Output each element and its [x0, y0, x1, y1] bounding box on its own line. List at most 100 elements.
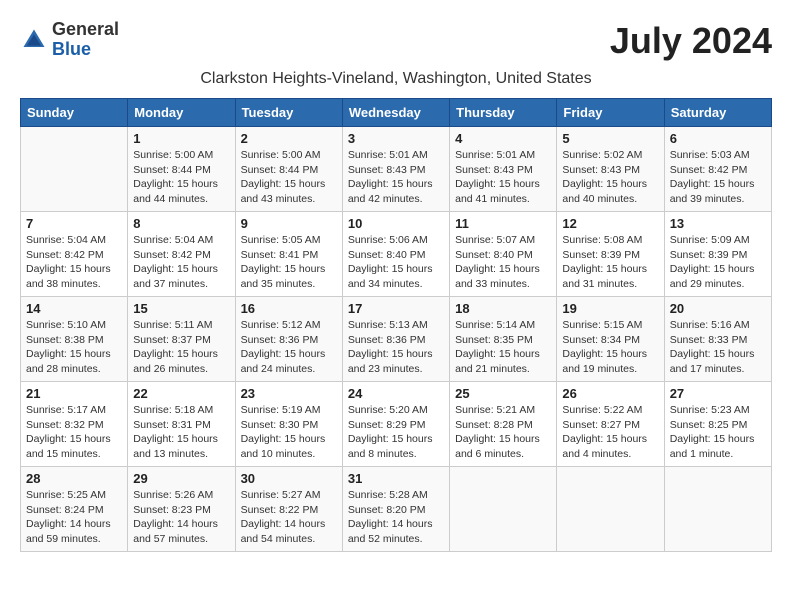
day-number: 24 [348, 386, 444, 401]
day-header-friday: Friday [557, 99, 664, 127]
calendar-cell: 6 Sunrise: 5:03 AM Sunset: 8:42 PM Daylig… [664, 127, 771, 212]
calendar-cell: 26 Sunrise: 5:22 AM Sunset: 8:27 PM Dayli… [557, 382, 664, 467]
day-number: 30 [241, 471, 337, 486]
day-number: 8 [133, 216, 229, 231]
day-number: 21 [26, 386, 122, 401]
location-title: Clarkston Heights-Vineland, Washington, … [20, 70, 772, 88]
calendar-cell: 5Sunrise: 5:02 AM Sunset: 8:43 PM Daylig… [557, 127, 664, 212]
calendar-cell: 27Sunrise: 5:23 AM Sunset: 8:25 PM Dayli… [664, 382, 771, 467]
calendar-cell: 13 Sunrise: 5:09 AM Sunset: 8:39 PM Dayli… [664, 212, 771, 297]
calendar-cell [557, 467, 664, 552]
day-number: 6 [670, 131, 766, 146]
cell-info: Sunrise: 5:04 AM Sunset: 8:42 PM Dayligh… [26, 233, 122, 292]
day-number: 26 [562, 386, 658, 401]
calendar-cell: 15 Sunrise: 5:11 AM Sunset: 8:37 PM Dayli… [128, 297, 235, 382]
calendar-cell: 3Sunrise: 5:01 AM Sunset: 8:43 PM Daylig… [342, 127, 449, 212]
cell-info: Sunrise: 5:14 AM Sunset: 8:35 PM Dayligh… [455, 318, 551, 377]
day-number: 15 [133, 301, 229, 316]
cell-info: Sunrise: 5:28 AM Sunset: 8:20 PM Dayligh… [348, 488, 444, 547]
cell-info: Sunrise: 5:00 AM Sunset: 8:44 PM Dayligh… [241, 148, 337, 207]
calendar-cell: 14 Sunrise: 5:10 AM Sunset: 8:38 PM Dayli… [21, 297, 128, 382]
logo-icon [20, 26, 48, 54]
day-number: 31 [348, 471, 444, 486]
calendar-cell: 10 Sunrise: 5:06 AM Sunset: 8:40 PM Dayli… [342, 212, 449, 297]
days-header-row: SundayMondayTuesdayWednesdayThursdayFrid… [21, 99, 772, 127]
cell-info: Sunrise: 5:03 AM Sunset: 8:42 PM Dayligh… [670, 148, 766, 207]
calendar-cell: 28 Sunrise: 5:25 AM Sunset: 8:24 PM Dayli… [21, 467, 128, 552]
day-number: 23 [241, 386, 337, 401]
logo: General Blue [20, 20, 119, 60]
day-number: 2 [241, 131, 337, 146]
calendar-cell [21, 127, 128, 212]
calendar-cell: 8 Sunrise: 5:04 AM Sunset: 8:42 PM Daylig… [128, 212, 235, 297]
calendar-cell: 23 Sunrise: 5:19 AM Sunset: 8:30 PM Dayli… [235, 382, 342, 467]
calendar-cell [450, 467, 557, 552]
week-row-1: 1 Sunrise: 5:00 AM Sunset: 8:44 PM Daylig… [21, 127, 772, 212]
day-number: 18 [455, 301, 551, 316]
cell-info: Sunrise: 5:02 AM Sunset: 8:43 PM Dayligh… [562, 148, 658, 207]
calendar-cell: 31 Sunrise: 5:28 AM Sunset: 8:20 PM Dayli… [342, 467, 449, 552]
calendar-cell: 17 Sunrise: 5:13 AM Sunset: 8:36 PM Dayli… [342, 297, 449, 382]
page-header: General Blue July 2024 [20, 20, 772, 62]
day-number: 13 [670, 216, 766, 231]
calendar-cell: 24 Sunrise: 5:20 AM Sunset: 8:29 PM Dayli… [342, 382, 449, 467]
week-row-5: 28 Sunrise: 5:25 AM Sunset: 8:24 PM Dayli… [21, 467, 772, 552]
day-header-thursday: Thursday [450, 99, 557, 127]
day-header-saturday: Saturday [664, 99, 771, 127]
day-number: 4 [455, 131, 551, 146]
day-number: 27 [670, 386, 766, 401]
cell-info: Sunrise: 5:07 AM Sunset: 8:40 PM Dayligh… [455, 233, 551, 292]
day-number: 1 [133, 131, 229, 146]
calendar-cell: 12 Sunrise: 5:08 AM Sunset: 8:39 PM Dayli… [557, 212, 664, 297]
cell-info: Sunrise: 5:16 AM Sunset: 8:33 PM Dayligh… [670, 318, 766, 377]
cell-info: Sunrise: 5:22 AM Sunset: 8:27 PM Dayligh… [562, 403, 658, 462]
calendar-cell: 21Sunrise: 5:17 AM Sunset: 8:32 PM Dayli… [21, 382, 128, 467]
cell-info: Sunrise: 5:09 AM Sunset: 8:39 PM Dayligh… [670, 233, 766, 292]
cell-info: Sunrise: 5:10 AM Sunset: 8:38 PM Dayligh… [26, 318, 122, 377]
day-number: 14 [26, 301, 122, 316]
cell-info: Sunrise: 5:27 AM Sunset: 8:22 PM Dayligh… [241, 488, 337, 547]
day-number: 25 [455, 386, 551, 401]
cell-info: Sunrise: 5:18 AM Sunset: 8:31 PM Dayligh… [133, 403, 229, 462]
logo-blue: Blue [52, 39, 91, 59]
day-number: 10 [348, 216, 444, 231]
cell-info: Sunrise: 5:13 AM Sunset: 8:36 PM Dayligh… [348, 318, 444, 377]
calendar-cell: 25Sunrise: 5:21 AM Sunset: 8:28 PM Dayli… [450, 382, 557, 467]
cell-info: Sunrise: 5:06 AM Sunset: 8:40 PM Dayligh… [348, 233, 444, 292]
day-number: 19 [562, 301, 658, 316]
day-number: 12 [562, 216, 658, 231]
cell-info: Sunrise: 5:19 AM Sunset: 8:30 PM Dayligh… [241, 403, 337, 462]
cell-info: Sunrise: 5:26 AM Sunset: 8:23 PM Dayligh… [133, 488, 229, 547]
calendar-cell: 9Sunrise: 5:05 AM Sunset: 8:41 PM Daylig… [235, 212, 342, 297]
calendar-cell: 2 Sunrise: 5:00 AM Sunset: 8:44 PM Daylig… [235, 127, 342, 212]
calendar-cell: 4 Sunrise: 5:01 AM Sunset: 8:43 PM Daylig… [450, 127, 557, 212]
logo-general: General [52, 19, 119, 39]
day-number: 22 [133, 386, 229, 401]
day-header-monday: Monday [128, 99, 235, 127]
cell-info: Sunrise: 5:20 AM Sunset: 8:29 PM Dayligh… [348, 403, 444, 462]
calendar-cell: 22 Sunrise: 5:18 AM Sunset: 8:31 PM Dayli… [128, 382, 235, 467]
day-number: 11 [455, 216, 551, 231]
cell-info: Sunrise: 5:05 AM Sunset: 8:41 PM Dayligh… [241, 233, 337, 292]
cell-info: Sunrise: 5:25 AM Sunset: 8:24 PM Dayligh… [26, 488, 122, 547]
cell-info: Sunrise: 5:12 AM Sunset: 8:36 PM Dayligh… [241, 318, 337, 377]
week-row-4: 21Sunrise: 5:17 AM Sunset: 8:32 PM Dayli… [21, 382, 772, 467]
month-title: July 2024 [610, 20, 772, 62]
calendar-cell: 30 Sunrise: 5:27 AM Sunset: 8:22 PM Dayli… [235, 467, 342, 552]
calendar-cell: 16 Sunrise: 5:12 AM Sunset: 8:36 PM Dayli… [235, 297, 342, 382]
day-number: 29 [133, 471, 229, 486]
calendar-cell: 19Sunrise: 5:15 AM Sunset: 8:34 PM Dayli… [557, 297, 664, 382]
week-row-3: 14 Sunrise: 5:10 AM Sunset: 8:38 PM Dayli… [21, 297, 772, 382]
day-number: 17 [348, 301, 444, 316]
calendar-cell: 11 Sunrise: 5:07 AM Sunset: 8:40 PM Dayli… [450, 212, 557, 297]
cell-info: Sunrise: 5:11 AM Sunset: 8:37 PM Dayligh… [133, 318, 229, 377]
calendar-cell: 20 Sunrise: 5:16 AM Sunset: 8:33 PM Dayli… [664, 297, 771, 382]
day-number: 20 [670, 301, 766, 316]
cell-info: Sunrise: 5:00 AM Sunset: 8:44 PM Dayligh… [133, 148, 229, 207]
day-number: 16 [241, 301, 337, 316]
cell-info: Sunrise: 5:08 AM Sunset: 8:39 PM Dayligh… [562, 233, 658, 292]
calendar-table: SundayMondayTuesdayWednesdayThursdayFrid… [20, 98, 772, 552]
cell-info: Sunrise: 5:01 AM Sunset: 8:43 PM Dayligh… [455, 148, 551, 207]
cell-info: Sunrise: 5:04 AM Sunset: 8:42 PM Dayligh… [133, 233, 229, 292]
day-number: 28 [26, 471, 122, 486]
